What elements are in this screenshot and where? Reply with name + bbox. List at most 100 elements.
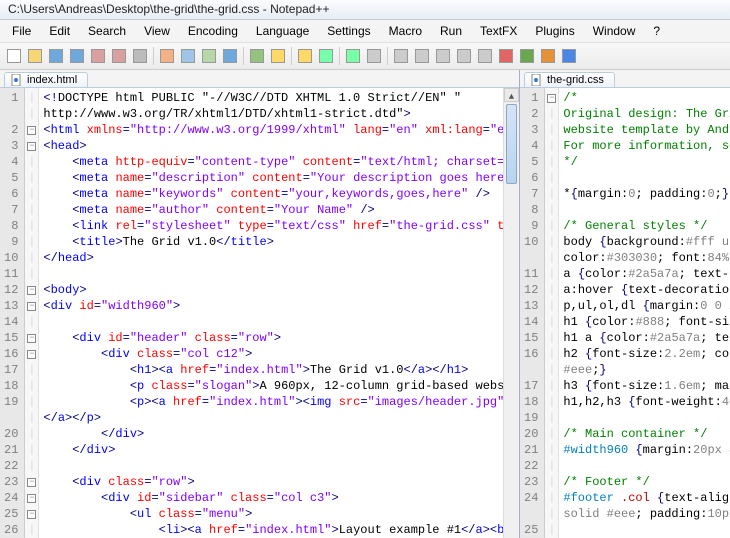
code-line[interactable]: </div> — [43, 426, 499, 442]
menu-language[interactable]: Language — [248, 22, 317, 40]
editor-left[interactable]: 1234567891011121314151617181920212223242… — [0, 88, 519, 538]
code-line[interactable]: body {background:#fff url(images — [563, 234, 726, 250]
scroll-thumb[interactable] — [506, 104, 517, 184]
code-line[interactable]: <meta name="keywords" content="your,keyw… — [43, 186, 499, 202]
menu-file[interactable]: File — [4, 22, 39, 40]
code-line[interactable]: <html xmlns="http://www.w3.org/1999/xhtm… — [43, 122, 499, 138]
code-line[interactable]: website template by Andreas Vikl — [563, 122, 726, 138]
fold-handle[interactable]: − — [25, 474, 38, 490]
code-line[interactable]: For more information, see http:// — [563, 138, 726, 154]
close-button[interactable] — [88, 46, 108, 66]
fold-handle[interactable]: − — [25, 506, 38, 522]
code-line[interactable] — [563, 202, 726, 218]
code-line[interactable]: *{margin:0; padding:0;} — [563, 186, 726, 202]
menu-plugins[interactable]: Plugins — [527, 22, 582, 40]
code-line[interactable]: #width960 {margin:20px auto; wi — [563, 442, 726, 458]
find-button[interactable] — [268, 46, 288, 66]
fold-handle[interactable]: − — [25, 282, 38, 298]
code-line[interactable]: <meta name="description" content="Your d… — [43, 170, 499, 186]
redo-button[interactable] — [247, 46, 267, 66]
save-button[interactable] — [46, 46, 66, 66]
code-line[interactable]: <meta name="author" content="Your Name" … — [43, 202, 499, 218]
code-line[interactable]: <head> — [43, 138, 499, 154]
code-line[interactable]: <body> — [43, 282, 499, 298]
fold-handle[interactable]: − — [545, 90, 558, 106]
code-line[interactable]: /* — [563, 90, 726, 106]
lang-button[interactable] — [454, 46, 474, 66]
menu-textfx[interactable]: TextFX — [472, 22, 525, 40]
new-button[interactable] — [4, 46, 24, 66]
code-line[interactable]: #footer .col {text-align:right; col — [563, 490, 726, 506]
code-line[interactable]: </a></p> — [43, 410, 499, 426]
code-line[interactable]: </head> — [43, 250, 499, 266]
menu-edit[interactable]: Edit — [41, 22, 78, 40]
scroll-up-icon[interactable]: ▲ — [504, 88, 519, 102]
code-line[interactable]: http://www.w3.org/TR/xhtml1/DTD/xhtml1-s… — [43, 106, 499, 122]
code-line[interactable]: h1,h2,h3 {font-weight:400; line-he — [563, 394, 726, 410]
menu-view[interactable]: View — [136, 22, 178, 40]
menu-[interactable]: ? — [645, 22, 668, 40]
fold-handle[interactable]: − — [25, 330, 38, 346]
tab-index-html[interactable]: index.html — [4, 72, 88, 87]
code-line[interactable]: a:hover {text-decoration:underline — [563, 282, 726, 298]
code-line[interactable] — [43, 314, 499, 330]
code-line[interactable]: h1 {color:#888; font-size:3.2em;} — [563, 314, 726, 330]
wrap-button[interactable] — [391, 46, 411, 66]
indent-button[interactable] — [433, 46, 453, 66]
fold-margin-right[interactable]: −││││││││││││││││││││││││││││ — [545, 88, 559, 538]
code-line[interactable]: <div class="row"> — [43, 474, 499, 490]
fold-handle[interactable]: − — [25, 122, 38, 138]
sync-button[interactable] — [364, 46, 384, 66]
code-line[interactable]: h2 {font-size:2.2em; color:#333; m — [563, 346, 726, 362]
code-line[interactable]: <title>The Grid v1.0</title> — [43, 234, 499, 250]
code-line[interactable]: <li><a href="index.html">Layout example … — [43, 522, 499, 538]
code-line[interactable]: #eee;} — [563, 362, 726, 378]
code-line[interactable]: /* General styles */ — [563, 218, 726, 234]
open-button[interactable] — [25, 46, 45, 66]
chars-button[interactable] — [412, 46, 432, 66]
code-line[interactable]: p,ul,ol,dl {margin:0 0 20px 0;} — [563, 298, 726, 314]
undo-button[interactable] — [220, 46, 240, 66]
print-button[interactable] — [130, 46, 150, 66]
macro-stop-button[interactable] — [538, 46, 558, 66]
menu-settings[interactable]: Settings — [319, 22, 378, 40]
code-line[interactable] — [563, 410, 726, 426]
fold-handle[interactable]: − — [25, 490, 38, 506]
code-line[interactable] — [43, 458, 499, 474]
code-left[interactable]: <!DOCTYPE html PUBLIC "-//W3C//DTD XHTML… — [39, 88, 503, 538]
menu-search[interactable]: Search — [80, 22, 134, 40]
code-line[interactable]: <!DOCTYPE html PUBLIC "-//W3C//DTD XHTML… — [43, 90, 499, 106]
folder-button[interactable] — [475, 46, 495, 66]
code-line[interactable]: <meta http-equiv="content-type" content=… — [43, 154, 499, 170]
copy-button[interactable] — [178, 46, 198, 66]
code-line[interactable]: h1 a {color:#2a5a7a; text-transform — [563, 330, 726, 346]
code-line[interactable]: solid #eee; padding:10px 0;} — [563, 506, 726, 522]
code-line[interactable]: <p class="slogan">A 960px, 12-column gri… — [43, 378, 499, 394]
code-line[interactable] — [563, 458, 726, 474]
code-line[interactable]: a {color:#2a5a7a; text-decoration: — [563, 266, 726, 282]
macro-rec-button[interactable] — [496, 46, 516, 66]
editor-right[interactable]: 1234567891011121314151617181920212223242… — [520, 88, 730, 538]
code-line[interactable]: <link rel="stylesheet" type="text/css" h… — [43, 218, 499, 234]
code-line[interactable]: /* Footer */ — [563, 474, 726, 490]
scrollbar-left[interactable]: ▲ — [503, 88, 519, 538]
replace-button[interactable] — [295, 46, 315, 66]
zoom-out-button[interactable] — [343, 46, 363, 66]
code-line[interactable]: */ — [563, 154, 726, 170]
code-line[interactable]: <h1><a href="index.html">The Grid v1.0</… — [43, 362, 499, 378]
menu-window[interactable]: Window — [585, 22, 644, 40]
code-line[interactable]: <ul class="menu"> — [43, 506, 499, 522]
code-line[interactable]: <p><a href="index.html"><img src="images… — [43, 394, 499, 410]
close-all-button[interactable] — [109, 46, 129, 66]
code-line[interactable]: /* Main container */ — [563, 426, 726, 442]
cut-button[interactable] — [157, 46, 177, 66]
code-line[interactable]: </div> — [43, 442, 499, 458]
macro-run-button[interactable] — [559, 46, 579, 66]
paste-button[interactable] — [199, 46, 219, 66]
zoom-in-button[interactable] — [316, 46, 336, 66]
code-line[interactable] — [563, 170, 726, 186]
tab-the-grid-css[interactable]: the-grid.css — [524, 72, 615, 87]
code-line[interactable]: h3 {font-size:1.6em; margin:0 0 10 — [563, 378, 726, 394]
fold-handle[interactable]: − — [25, 298, 38, 314]
fold-handle[interactable]: − — [25, 346, 38, 362]
